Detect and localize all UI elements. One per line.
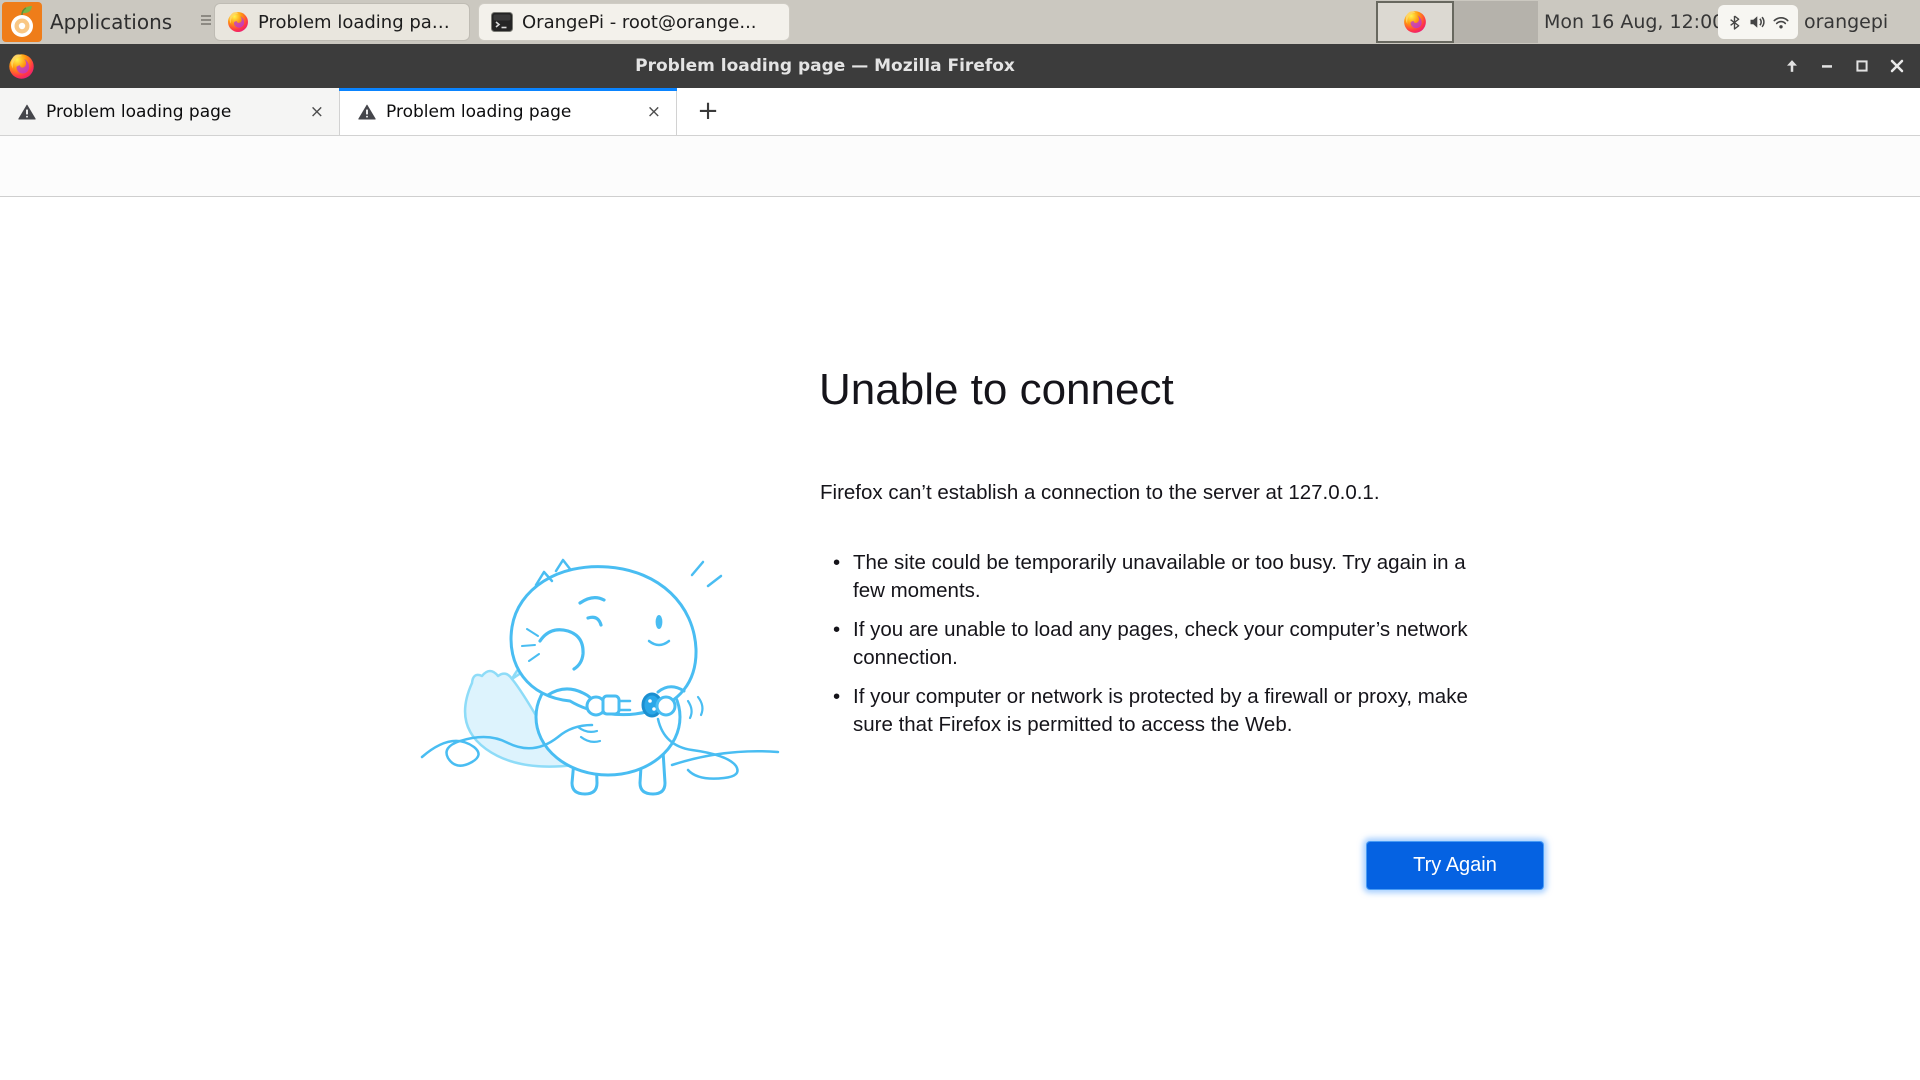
panel-handle-icon	[201, 15, 213, 29]
close-tab-icon[interactable]: ×	[307, 102, 327, 122]
desktop-panel: Applications Problem loading page ... Or…	[0, 0, 1920, 44]
tab-bar: Problem loading page × Problem loading p…	[0, 88, 1920, 136]
hostname-label: orangepi	[1804, 0, 1888, 44]
workspace-2[interactable]	[1454, 1, 1538, 43]
maximize-window-button[interactable]	[1851, 55, 1873, 77]
workspace-1-active[interactable]	[1376, 1, 1454, 43]
error-title: Unable to connect	[819, 365, 1174, 415]
shade-window-button[interactable]	[1781, 55, 1803, 77]
applications-menu[interactable]: Applications	[50, 0, 172, 44]
taskbar-item-label: OrangePi - root@orange...	[522, 12, 757, 33]
list-item: If your computer or network is protected…	[833, 683, 1473, 738]
applications-menu-icon[interactable]	[2, 2, 42, 42]
window-title: Problem loading page — Mozilla Firefox	[0, 44, 1650, 88]
warning-icon	[358, 104, 376, 120]
window-titlebar[interactable]: Problem loading page — Mozilla Firefox	[0, 44, 1920, 88]
panel-clock[interactable]: Mon 16 Aug, 12:00	[1544, 0, 1724, 44]
tab-label: Problem loading page	[386, 102, 634, 122]
firefox-icon	[1403, 10, 1427, 34]
tab-problem-loading-page-1[interactable]: Problem loading page ×	[0, 88, 340, 135]
minimize-window-button[interactable]	[1816, 55, 1838, 77]
firefox-icon	[227, 11, 249, 33]
warning-icon	[18, 104, 36, 120]
list-item: The site could be temporarily unavailabl…	[833, 549, 1473, 604]
close-tab-icon[interactable]: ×	[644, 102, 664, 122]
error-description: Firefox can’t establish a connection to …	[820, 481, 1380, 505]
tab-label: Problem loading page	[46, 102, 297, 122]
try-again-button[interactable]: Try Again	[1367, 842, 1543, 889]
bluetooth-icon[interactable]	[1728, 15, 1741, 30]
terminal-icon	[491, 12, 513, 32]
list-item: If you are unable to load any pages, che…	[833, 616, 1473, 671]
close-window-button[interactable]	[1886, 55, 1908, 77]
new-tab-button[interactable]: +	[692, 96, 724, 128]
desktop: { "panel": { "applications_label": "Appl…	[0, 0, 1920, 1080]
system-tray[interactable]	[1718, 5, 1798, 39]
navigation-toolbar: https://127.0.0.1 ⋯ ☆	[0, 136, 1920, 197]
wifi-icon[interactable]	[1773, 16, 1789, 29]
error-suggestions-list: The site could be temporarily unavailabl…	[833, 549, 1473, 750]
volume-icon[interactable]	[1749, 15, 1765, 29]
tab-problem-loading-page-2-active[interactable]: Problem loading page ×	[340, 88, 677, 135]
taskbar-item-firefox[interactable]: Problem loading page ...	[214, 3, 470, 41]
error-page: Unable to connect Firefox can’t establis…	[0, 197, 1920, 1080]
unplugged-dino-illustration	[420, 545, 780, 800]
taskbar-item-label: Problem loading page ...	[258, 12, 457, 33]
taskbar-item-terminal[interactable]: OrangePi - root@orange...	[478, 3, 790, 41]
